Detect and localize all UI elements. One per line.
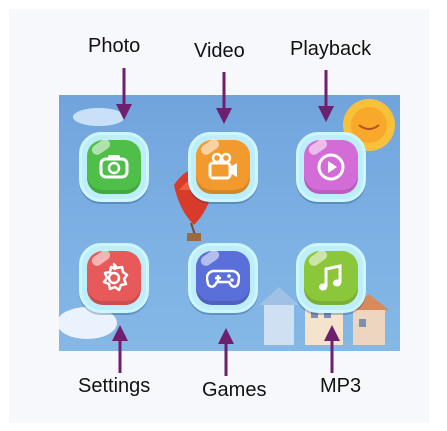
arrow-photo: [116, 68, 132, 120]
label-photo: Photo: [88, 35, 141, 57]
label-settings: Settings: [78, 375, 151, 397]
label-mp3: MP3: [320, 375, 362, 397]
arrow-playback: [318, 70, 334, 122]
games-app-tile[interactable]: [188, 243, 258, 313]
video-app-tile[interactable]: [188, 132, 258, 202]
label-video: Video: [194, 40, 245, 62]
label-games: Games: [202, 379, 267, 401]
gamepad-icon: [206, 269, 240, 288]
arrow-video: [216, 72, 232, 124]
camera-icon: [99, 155, 129, 179]
play-icon: [317, 153, 345, 181]
label-playback: Playback: [290, 38, 372, 60]
gear-icon: [102, 262, 129, 292]
music-note-icon: [319, 264, 342, 291]
settings-app-tile[interactable]: [79, 243, 149, 313]
camera-app-tile[interactable]: [79, 132, 149, 202]
mp3-app-tile[interactable]: [296, 243, 366, 313]
arrow-mp3: [324, 325, 340, 373]
video-camera-icon: [208, 152, 237, 180]
device-home-screen: [59, 95, 400, 351]
arrow-games: [218, 328, 234, 376]
arrow-settings: [112, 325, 128, 373]
playback-app-tile[interactable]: [296, 132, 366, 202]
